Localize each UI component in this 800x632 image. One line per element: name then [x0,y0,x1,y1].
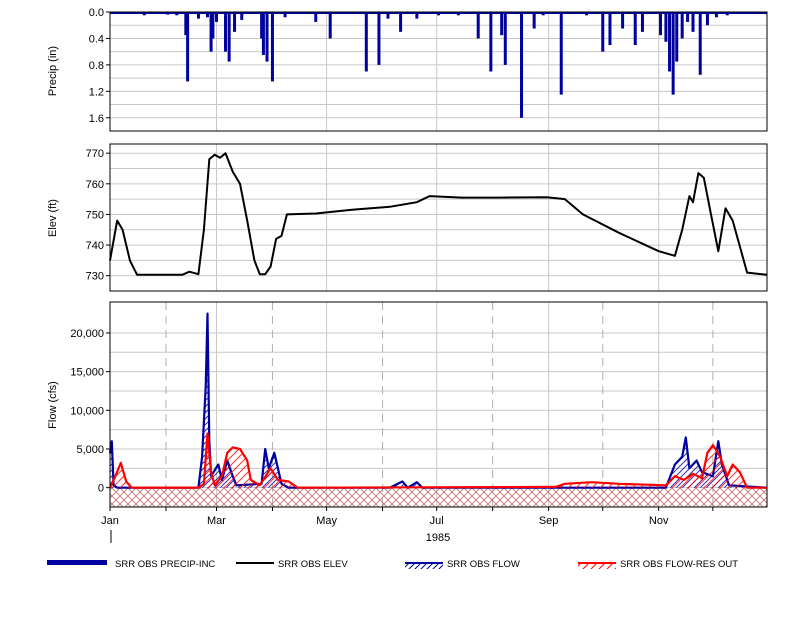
elev-ylabel: Elev (ft) [47,199,59,237]
precip-bar [211,12,215,39]
precip-bar [205,12,209,18]
elev-panel: 730 740 750 760 770 Elev (ft) [47,143,768,292]
elev-tick-label: 740 [86,240,104,252]
legend-item-4: SRR OBS FLOW-RES OUT [578,559,738,570]
flow-tick-label: 10,000 [70,405,104,417]
legend-label: SRR OBS ELEV [278,559,348,570]
legend-item-3: SRR OBS FLOW [405,559,520,570]
elev-tick-label: 750 [86,209,104,221]
legend-label: SRR OBS PRECIP-INC [115,559,215,570]
precip-bar [503,12,507,65]
precip-tick-label: 0.4 [89,33,104,45]
precip-bar [633,12,637,46]
precip-bar [489,12,493,72]
precip-bar [328,12,332,39]
precip-tick-label: 1.6 [89,113,104,125]
precip-bar [186,12,190,82]
legend-label: SRR OBS FLOW-RES OUT [620,559,738,570]
precip-bar [664,12,668,42]
precip-tick-label: 0.8 [89,60,104,72]
x-axis: Jan Mar May Jul Sep Nov [101,506,767,527]
precip-bar [520,12,524,118]
legend-item-1: SRR OBS PRECIP-INC [47,559,215,570]
precip-bar [227,12,231,62]
legend-label: SRR OBS FLOW [447,559,520,570]
precip-bar [476,12,480,39]
flow-tick-label: 0 [98,483,104,495]
legend-item-2: SRR OBS ELEV [236,559,348,570]
elev-tick-label: 730 [86,271,104,283]
flow-panel: 0 5,000 10,000 15,000 20,000 Flow (cfs) [47,301,768,508]
precip-bar [261,12,265,55]
precip-bar [265,12,269,62]
legend: SRR OBS PRECIP-INC SRR OBS ELEV SRR OBS FL… [47,559,738,570]
x-year-label: 1985 [426,532,450,544]
precip-bar [686,12,690,22]
precip-bar [233,12,237,32]
precip-tick-label: 0.0 [89,7,104,19]
precip-bar [621,12,625,29]
legend-swatch-bar [47,560,107,565]
precip-y-ticks: 0.0 0.4 0.8 1.2 1.6 [89,7,110,125]
precip-bar [640,12,644,32]
x-tick-label: Nov [649,515,669,527]
precip-bar [270,12,274,82]
elev-y-ticks: 730 740 750 760 770 [86,148,110,283]
x-tick-label: Mar [207,515,226,527]
precip-bar [240,12,244,20]
flow-tick-label: 15,000 [70,367,104,379]
precip-bar [500,12,504,36]
precip-bar [415,12,419,19]
precip-bar [675,12,679,62]
precip-bar [399,12,403,32]
precip-bar [532,12,536,29]
precip-bar [705,12,709,26]
flow-y-ticks: 0 5,000 10,000 15,000 20,000 [70,328,110,495]
flow-tick-label: 20,000 [70,328,104,340]
flow-tick-label: 5,000 [76,444,104,456]
precip-tick-label: 1.2 [89,86,104,98]
precip-bar [283,12,287,18]
chart-svg: 0.0 0.4 0.8 1.2 1.6 Precip (in) 730 740 750 760… [47,7,768,570]
elev-tick-label: 770 [86,148,104,160]
precip-bar [601,12,605,52]
precip-bar [314,12,318,22]
precip-bar [214,12,218,22]
precip-bar [659,12,663,36]
precip-bar [364,12,368,72]
precip-bar [668,12,672,72]
precip-bar [714,12,718,18]
precip-bar [608,12,612,46]
precip-bar [377,12,381,65]
precip-bar [386,12,390,19]
x-tick-label: Sep [539,515,559,527]
precip-ylabel: Precip (in) [47,46,59,96]
x-tick-label: Jul [430,515,444,527]
flow-ylabel: Flow (cfs) [47,381,59,429]
elev-tick-label: 760 [86,179,104,191]
precip-bar [196,12,200,19]
precip-panel: 0.0 0.4 0.8 1.2 1.6 Precip (in) [47,7,768,132]
precip-bar [671,12,675,95]
precip-bar [559,12,563,95]
hydrograph-chart: 0.0 0.4 0.8 1.2 1.6 Precip (in) 730 740 750 760… [0,0,800,627]
precip-bar [680,12,684,39]
x-tick-label: Jan [101,515,119,527]
precip-bar [224,12,228,52]
precip-bar [698,12,702,75]
x-tick-label: May [316,515,337,527]
flow-zero-band [110,487,767,507]
precip-bar [691,12,695,32]
